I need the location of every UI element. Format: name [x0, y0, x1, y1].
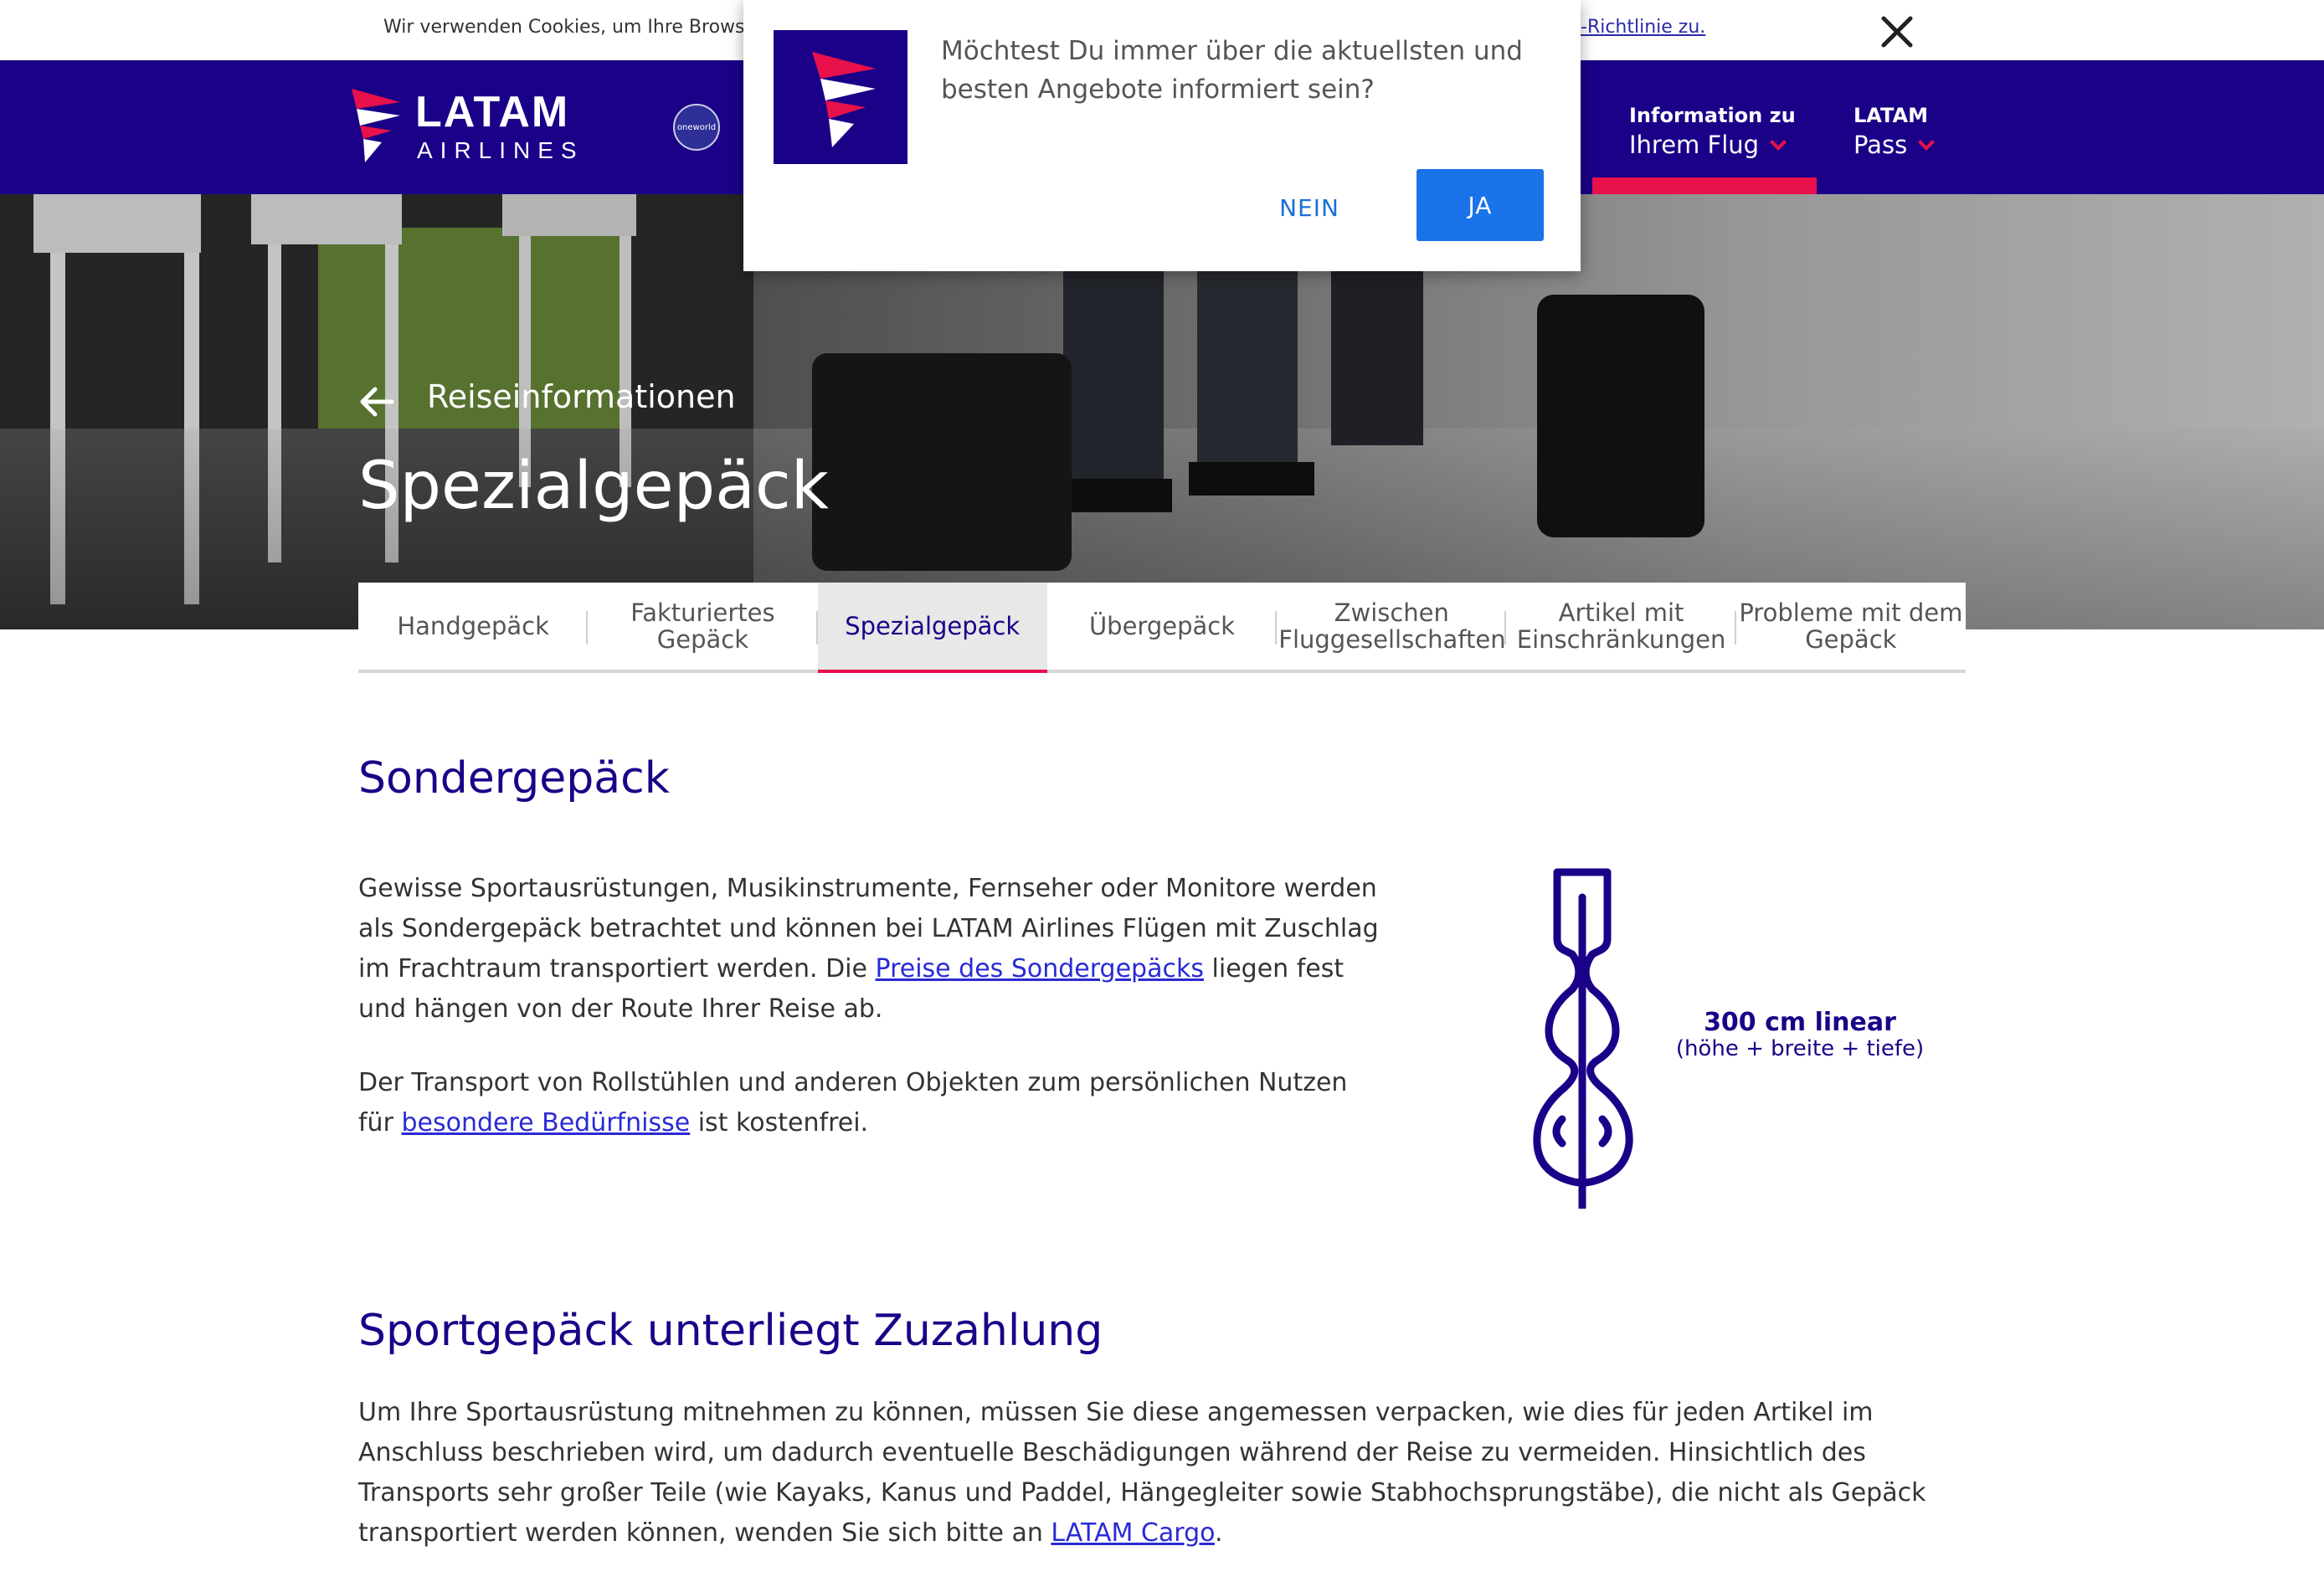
tab-uebergepaeck[interactable]: Übergepäck	[1047, 583, 1278, 670]
tab-label: Spezialgepäck	[845, 612, 1021, 640]
cello-icon	[1533, 868, 1633, 1209]
nav-item-line2: Ihrem Flug	[1629, 131, 1760, 159]
breadcrumb[interactable]: Reiseinformationen	[427, 378, 736, 415]
decline-button[interactable]: NEIN	[1251, 177, 1368, 238]
tab-fakturiertes-gepaeck[interactable]: Fakturiertes Gepäck	[588, 583, 818, 670]
sondergepaeck-paragraph-2: Der Transport von Rollstühlen und andere…	[358, 1063, 1388, 1143]
nav-item-line1: LATAM	[1854, 104, 1928, 127]
tab-label: Artikel mit Einschränkungen	[1516, 598, 1726, 654]
nav-information-flight[interactable]: Information zu Ihrem Flug	[1629, 102, 1796, 161]
accept-button[interactable]: JA	[1417, 169, 1544, 241]
nav-item-line2: Pass	[1854, 131, 1908, 159]
tab-label: Probleme mit dem Gepäck	[1739, 598, 1963, 654]
tab-label: Zwischen Fluggesellschaften	[1278, 598, 1506, 654]
sportgepaeck-paragraph: Um Ihre Sportausrüstung mitnehmen zu kön…	[358, 1393, 1966, 1554]
tab-handgepaeck[interactable]: Handgepäck	[358, 583, 589, 670]
cookie-text: Wir verwenden Cookies, um Ihre Browser-	[383, 17, 769, 38]
tab-label: Übergepäck	[1088, 612, 1236, 640]
page-title: Spezialgepäck	[358, 449, 829, 524]
tab-probleme-mit-dem-gepaeck[interactable]: Probleme mit dem Gepäck	[1736, 583, 1966, 670]
illustration-subcaption: (höhe + breite + tiefe)	[1675, 1036, 1925, 1061]
tab-spezialgepaeck[interactable]: Spezialgepäck	[817, 583, 1048, 673]
nav-latam-pass[interactable]: LATAM Pass	[1854, 102, 1936, 161]
paragraph-text: ist kostenfrei.	[690, 1108, 869, 1138]
chevron-down-icon	[1770, 134, 1787, 151]
oneworld-badge-label: oneworld	[676, 122, 717, 132]
section-heading-sportgepaeck: Sportgepäck unterliegt Zuzahlung	[358, 1306, 1103, 1356]
nav-item-line1: Information zu	[1629, 104, 1796, 127]
notification-popup: Möchtest Du immer über die aktuellsten u…	[743, 0, 1581, 271]
latam-logo-icon	[352, 89, 400, 162]
tab-artikel-mit-einschraenkungen[interactable]: Artikel mit Einschränkungen	[1506, 583, 1736, 670]
logo-subtitle: AIRLINES	[417, 137, 584, 163]
baggage-tabs: Handgepäck Fakturiertes Gepäck Spezialge…	[358, 583, 1966, 673]
section-heading-sondergepaeck: Sondergepäck	[358, 753, 670, 804]
chevron-down-icon	[1918, 134, 1936, 151]
tab-label: Handgepäck	[397, 612, 549, 640]
logo-wordmark: LATAM	[415, 88, 570, 136]
sondergepaeck-paragraph-1: Gewisse Sportausrüstungen, Musikinstrume…	[358, 869, 1388, 1030]
arrow-left-icon[interactable]	[358, 385, 395, 419]
paragraph-text: .	[1214, 1518, 1223, 1548]
tab-zwischen-fluggesellschaften[interactable]: Zwischen Fluggesellschaften	[1277, 583, 1507, 670]
popup-message: Möchtest Du immer über die aktuellsten u…	[941, 36, 1523, 105]
close-icon[interactable]	[1875, 10, 1919, 54]
latam-logo-icon	[774, 30, 907, 164]
illustration-caption: 300 cm linear	[1704, 1008, 1896, 1037]
tab-label: Fakturiertes Gepäck	[630, 598, 775, 654]
cookie-policy-link[interactable]: -Richtlinie zu.	[1581, 17, 1705, 38]
latam-cargo-link[interactable]: LATAM Cargo	[1051, 1518, 1215, 1548]
preise-sondergepaeck-link[interactable]: Preise des Sondergepäcks	[876, 954, 1204, 984]
oneworld-badge: oneworld	[673, 104, 720, 151]
nav-active-indicator	[1592, 177, 1817, 194]
besondere-beduerfnisse-link[interactable]: besondere Bedürfnisse	[401, 1108, 690, 1138]
